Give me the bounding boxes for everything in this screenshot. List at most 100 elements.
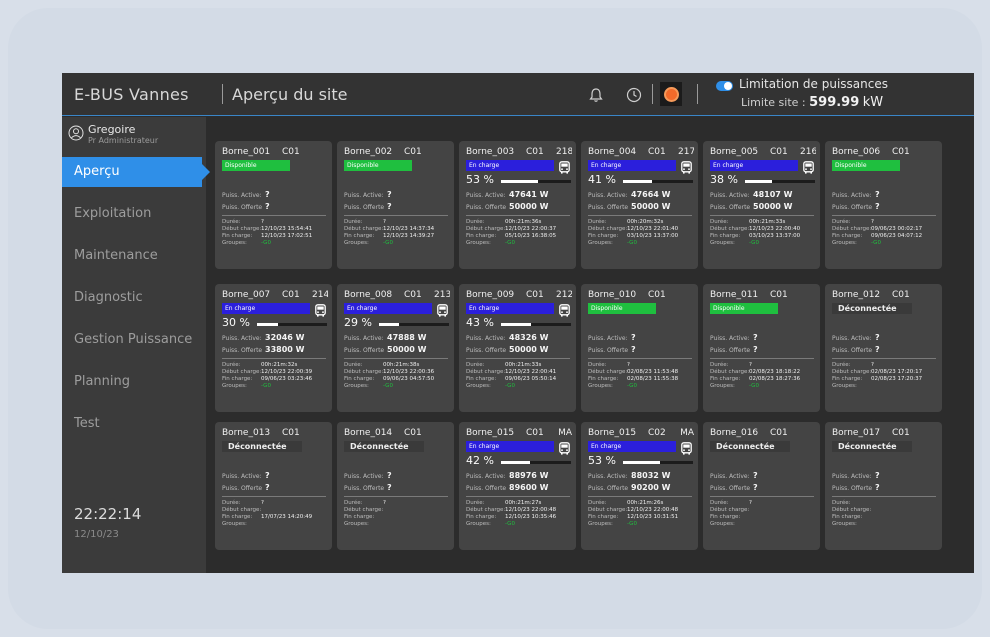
- charge-end-row: Fin charge: 09/06/23 04:07:12: [832, 233, 922, 239]
- card-divider: [466, 215, 570, 216]
- duration-label: Durée:: [832, 219, 851, 225]
- charge-end-label: Fin charge:: [222, 376, 253, 382]
- card-divider: [832, 215, 936, 216]
- active-power-label: Puiss. Active:: [832, 473, 872, 480]
- sidebar-item-planning[interactable]: Planning: [62, 367, 206, 397]
- offered-power-label: Puiss. Offerte: [710, 204, 751, 211]
- sidebar-item-test[interactable]: Test: [62, 409, 206, 439]
- bell-icon[interactable]: [587, 86, 605, 104]
- borne-card[interactable]: Borne_013 C01 Déconnectée Puiss. Active:? Pu…: [215, 422, 332, 550]
- borne-card[interactable]: Borne_005 C01 216 En charge 38 % Puiss. Activ…: [703, 141, 820, 269]
- header-divider: [222, 84, 223, 104]
- borne-card[interactable]: Borne_004 C01 217 En charge 41 % Puiss. Activ…: [581, 141, 698, 269]
- charge-start-value: 12/10/23 22:00:39: [261, 369, 313, 375]
- groups-row: Groupes: -G0: [222, 240, 271, 246]
- active-power-label: Puiss. Active:: [466, 335, 506, 342]
- borne-card[interactable]: Borne_015 C01 MA En charge 42 % Puiss. Active…: [459, 422, 576, 550]
- offered-power-value: 50000 W: [753, 202, 793, 211]
- sidebar: Gregoire Pr Administrateur Aperçu Exploit…: [62, 117, 210, 573]
- borne-card[interactable]: Borne_010 C01 Disponible Puiss. Active:? Pui…: [581, 284, 698, 412]
- charge-start-row: Début charge: 12/10/23 22:01:40: [588, 226, 678, 232]
- duration-label: Durée:: [710, 362, 729, 368]
- card-divider: [222, 215, 326, 216]
- duration-label: Durée:: [710, 500, 729, 506]
- active-power-value: 47641 W: [509, 190, 549, 199]
- duration-label: Durée:: [588, 219, 607, 225]
- groups-row: Groupes: -G0: [710, 383, 759, 389]
- borne-card[interactable]: Borne_001 C01 Disponible Puiss. Active:? Pui…: [215, 141, 332, 269]
- borne-card[interactable]: Borne_002 C01 Disponible Puiss. Active:? Pui…: [337, 141, 454, 269]
- sidebar-item-gestion-puissance[interactable]: Gestion Puissance: [62, 325, 206, 355]
- groups-label: Groupes:: [710, 521, 735, 527]
- connector-id: C01: [404, 147, 422, 157]
- charge-end-label: Fin charge:: [832, 233, 863, 239]
- charge-start-row: Début charge: 12/10/23 22:00:37: [466, 226, 556, 232]
- duration-value: ?: [871, 362, 874, 368]
- active-power-value: ?: [265, 471, 270, 480]
- offered-power-row: Puiss. Offerte?: [222, 483, 270, 492]
- duration-label: Durée:: [344, 362, 363, 368]
- groups-row: Groupes: -G0: [588, 383, 637, 389]
- charge-end-value: 09/06/23 04:07:12: [871, 233, 923, 239]
- borne-name: Borne_015: [588, 428, 637, 438]
- charge-start-value: 02/08/23 18:18:22: [749, 369, 801, 375]
- sidebar-item-aper-u[interactable]: Aperçu: [62, 157, 210, 187]
- clock-icon[interactable]: [625, 86, 643, 104]
- active-power-label: Puiss. Active:: [832, 192, 872, 199]
- charge-progress-bar: [501, 323, 571, 326]
- duration-value: 00h:21m:33s: [749, 219, 786, 225]
- sidebar-item-diagnostic[interactable]: Diagnostic: [62, 283, 206, 313]
- offered-power-row: Puiss. Offerte?: [710, 345, 758, 354]
- borne-card[interactable]: Borne_011 C01 Disponible Puiss. Active:? Pui…: [703, 284, 820, 412]
- top-bar: E-BUS Vannes Aperçu du site Limitation d…: [62, 73, 974, 116]
- status-badge: En charge: [222, 303, 310, 314]
- duration-label: Durée:: [588, 362, 607, 368]
- sidebar-item-maintenance[interactable]: Maintenance: [62, 241, 206, 271]
- bus-icon: [681, 440, 692, 455]
- borne-card[interactable]: Borne_008 C01 213 En charge 29 % Puiss. Activ…: [337, 284, 454, 412]
- borne-card[interactable]: Borne_014 C01 Déconnectée Puiss. Active:? Pu…: [337, 422, 454, 550]
- offered-power-value: ?: [265, 202, 270, 211]
- duration-row: Durée:?: [344, 219, 386, 225]
- borne-card[interactable]: Borne_003 C01 218 En charge 53 % Puiss. Activ…: [459, 141, 576, 269]
- duration-row: Durée:?: [832, 362, 874, 368]
- borne-card[interactable]: Borne_012 C01 Déconnectée Puiss. Active:? Pu…: [825, 284, 942, 412]
- charge-start-row: Début charge: 12/10/23 22:00:40: [710, 226, 800, 232]
- borne-card[interactable]: Borne_015 C02 MA En charge 53 % Puiss. Active…: [581, 422, 698, 550]
- offered-power-label: Puiss. Offerte: [222, 204, 263, 211]
- offered-power-row: Puiss. Offerte 90200 W: [588, 483, 670, 492]
- duration-value: ?: [383, 219, 386, 225]
- borne-card[interactable]: Borne_016 C01 Déconnectée Puiss. Active:? Pu…: [703, 422, 820, 550]
- charge-progress-fill: [257, 323, 278, 326]
- status-badge: En charge: [588, 160, 676, 171]
- status-badge: En charge: [466, 160, 554, 171]
- active-power-label: Puiss. Active:: [466, 473, 506, 480]
- charge-start-label: Début charge:: [710, 369, 750, 375]
- charge-start-value: 12/10/23 22:00:48: [627, 507, 679, 513]
- duration-value: ?: [749, 362, 752, 368]
- offered-power-row: Puiss. Offerte?: [344, 483, 392, 492]
- charge-progress-bar: [501, 461, 571, 464]
- card-divider: [344, 358, 448, 359]
- borne-card[interactable]: Borne_017 C01 Déconnectée Puiss. Active:? Pu…: [825, 422, 942, 550]
- groups-row: Groupes: -G0: [344, 240, 393, 246]
- power-limit-toggle[interactable]: [716, 81, 733, 91]
- active-power-value: ?: [875, 190, 880, 199]
- borne-card[interactable]: Borne_009 C01 212 En charge 43 % Puiss. Activ…: [459, 284, 576, 412]
- borne-card[interactable]: Borne_006 C01 Disponible Puiss. Active:? Pui…: [825, 141, 942, 269]
- page-title: Aperçu du site: [232, 85, 348, 104]
- offered-power-value: ?: [387, 202, 392, 211]
- borne-name: Borne_002: [344, 147, 393, 157]
- borne-card[interactable]: Borne_007 C01 214 En charge 30 % Puiss. Activ…: [215, 284, 332, 412]
- bus-icon: [437, 302, 448, 317]
- duration-label: Durée:: [222, 500, 241, 506]
- sidebar-item-exploitation[interactable]: Exploitation: [62, 199, 206, 229]
- offered-power-value: ?: [753, 483, 758, 492]
- active-power-label: Puiss. Active:: [710, 473, 750, 480]
- borne-name: Borne_009: [466, 290, 515, 300]
- bus-number: 212: [556, 290, 572, 300]
- alarm-button[interactable]: [660, 82, 682, 106]
- charge-start-value: 02/08/23 17:20:17: [871, 369, 923, 375]
- duration-row: Durée:?: [710, 362, 752, 368]
- offered-power-label: Puiss. Offerte: [588, 204, 629, 211]
